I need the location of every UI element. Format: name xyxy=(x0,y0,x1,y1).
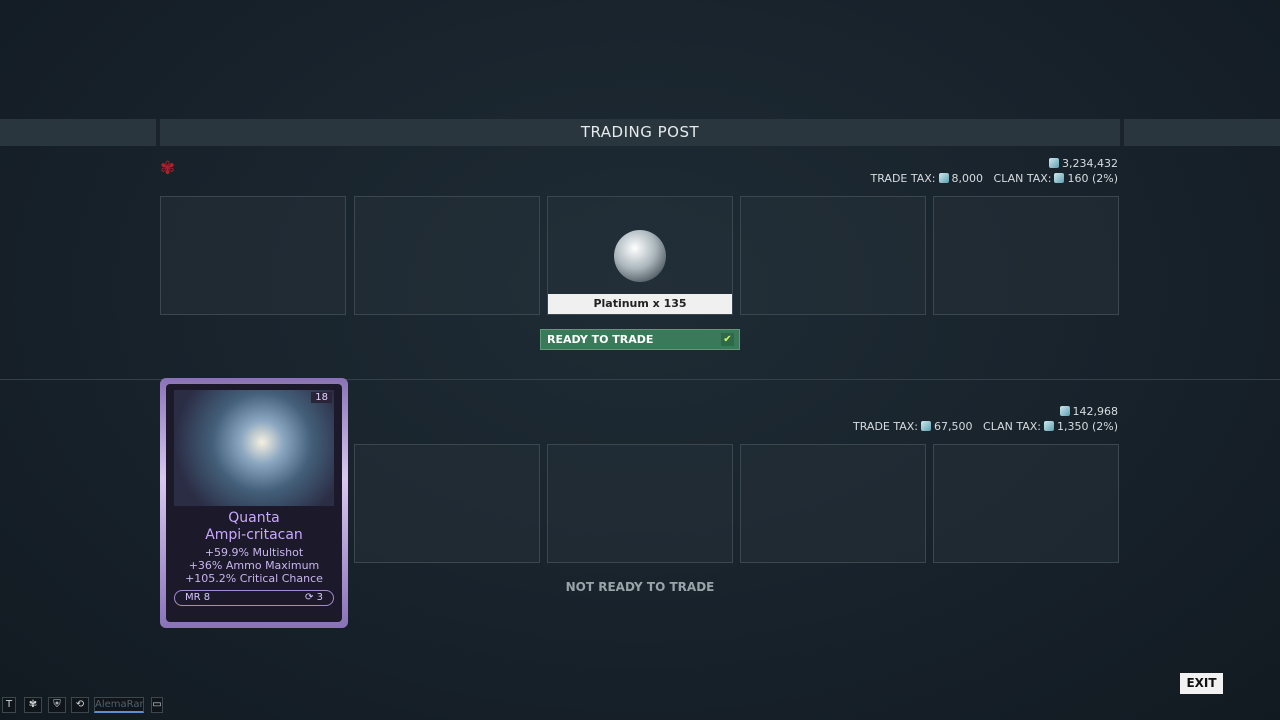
clan-tax-label: CLAN TAX: xyxy=(983,420,1041,433)
partner-slot-4 xyxy=(740,196,926,315)
self-slot-2[interactable] xyxy=(354,444,540,563)
partner-ready-status: READY TO TRADE ✔ xyxy=(540,329,740,350)
credits-icon xyxy=(938,173,949,183)
chat-tab[interactable]: AlemaRar xyxy=(94,697,144,713)
partner-slot-5 xyxy=(933,196,1119,315)
partner-balance: 3,234,432 xyxy=(1046,157,1118,170)
self-slot-5[interactable] xyxy=(933,444,1119,563)
mod-name-line2: Ampi-critacan xyxy=(205,527,303,543)
trade-tax-label: TRADE TAX: xyxy=(853,420,919,433)
mod-artwork xyxy=(174,390,334,506)
credits-icon xyxy=(921,421,932,431)
text-chat-button[interactable]: T xyxy=(2,697,16,713)
partner-slot-1 xyxy=(160,196,346,315)
trade-tax-value: 67,500 xyxy=(934,420,973,433)
exit-button[interactable]: EXIT xyxy=(1180,673,1223,694)
balance-value: 142,968 xyxy=(1072,405,1119,418)
platinum-icon xyxy=(1059,406,1070,416)
mod-name: Quanta Ampi-critacan xyxy=(166,510,342,544)
reroll-count: 3 xyxy=(316,592,323,603)
partner-taxes: TRADE TAX: 8,000 CLAN TAX: 160 (2%) xyxy=(871,172,1118,185)
riven-mod-card[interactable]: 18 Quanta Ampi-critacan +59.9% Multishot … xyxy=(160,378,348,628)
platinum-icon xyxy=(1049,158,1060,168)
mod-footer: MR 8 ⟳ 3 xyxy=(174,590,334,606)
trade-icon[interactable]: ⟲ xyxy=(71,697,89,713)
clan-tax-value: 1,350 (2%) xyxy=(1056,420,1118,433)
window-icon[interactable]: ▭ xyxy=(151,697,163,713)
check-icon: ✔ xyxy=(721,333,734,346)
self-balance: 142,968 xyxy=(1057,405,1119,418)
trade-tax-value: 8,000 xyxy=(951,172,984,185)
self-slot-4[interactable] xyxy=(740,444,926,563)
self-taxes: TRADE TAX: 67,500 CLAN TAX: 1,350 (2%) xyxy=(853,420,1118,433)
mod-name-line1: Quanta xyxy=(228,510,280,526)
clan-tax-label: CLAN TAX: xyxy=(993,172,1052,185)
page-title: TRADING POST xyxy=(580,123,700,141)
self-ready-status: NOT READY TO TRADE xyxy=(565,580,715,594)
mod-stat: +59.9% Multishot xyxy=(204,546,304,559)
mod-rank: 18 xyxy=(311,392,332,403)
partner-slot-2 xyxy=(354,196,540,315)
balance-value: 3,234,432 xyxy=(1062,157,1118,170)
clan-chat-icon[interactable]: ✾ xyxy=(24,697,42,713)
platinum-icon xyxy=(614,230,666,282)
clan-tax-value: 160 (2%) xyxy=(1067,172,1118,185)
self-slot-3[interactable] xyxy=(547,444,733,563)
mastery-rank: MR 8 xyxy=(185,592,211,603)
shield-icon[interactable]: ⛨ xyxy=(48,697,66,713)
mod-stat: +105.2% Critical Chance xyxy=(185,572,323,585)
trade-tax-label: TRADE TAX: xyxy=(870,172,936,185)
reroll-icon: ⟳ xyxy=(305,592,314,603)
offer-label: Platinum x 135 xyxy=(548,294,732,314)
ready-label: READY TO TRADE xyxy=(547,333,654,346)
credits-icon xyxy=(1054,173,1065,183)
clan-emblem-icon: ✾ xyxy=(160,158,176,179)
mod-stat: +36% Ammo Maximum xyxy=(188,559,320,572)
credits-icon xyxy=(1043,421,1054,431)
